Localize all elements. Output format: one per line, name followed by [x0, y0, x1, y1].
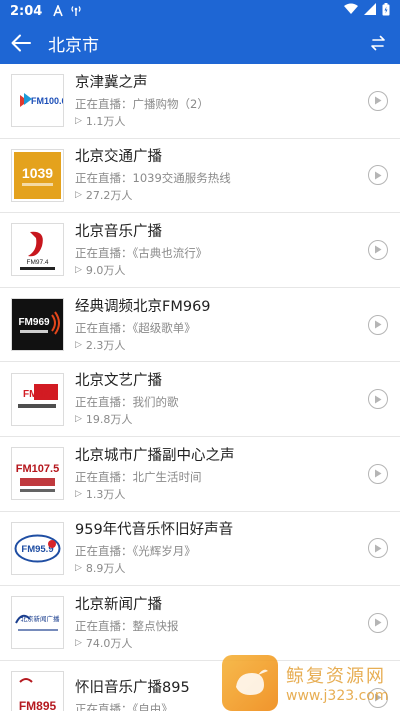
station-logo: FM95.9	[11, 521, 64, 575]
page-title: 北京市	[48, 35, 99, 56]
station-live: 正在直播：1039交通服务热线	[75, 171, 231, 186]
station-name: 经典调频北京FM969	[75, 298, 211, 315]
logo-label: FM895	[19, 699, 57, 711]
station-name: 北京交通广播	[75, 149, 162, 166]
listener-count: ▷ 1.1万人	[75, 114, 126, 128]
play-icon	[375, 618, 382, 627]
play-count-icon: ▷	[75, 190, 82, 201]
station-logo: FM969	[11, 298, 64, 352]
play-icon	[375, 171, 382, 180]
station-name: 北京新闻广播	[75, 596, 162, 613]
listener-count: ▷ 74.0万人	[75, 636, 133, 650]
play-button[interactable]	[368, 239, 388, 260]
station-live: 正在直播：整点快报	[75, 618, 179, 633]
logo-label: FM97.4	[26, 259, 48, 266]
play-icon	[375, 469, 382, 478]
station-row[interactable]: FM95.9 959年代音乐怀旧好声音 正在直播：《光辉岁月》 ▷ 8.9万人	[0, 512, 400, 587]
station-logo: FM895	[11, 671, 64, 711]
status-bar: 2:04	[0, 0, 400, 22]
listener-count: ▷ 19.8万人	[75, 413, 133, 427]
station-live: 正在直播：《光辉岁月》	[75, 544, 196, 559]
swap-icon	[371, 35, 385, 51]
battery-icon	[382, 2, 390, 20]
status-icons	[344, 2, 390, 20]
station-row[interactable]: FM100.6 京津冀之声 正在直播：广播购物（2） ▷ 1.1万人	[0, 64, 400, 139]
station-name: 北京音乐广播	[75, 223, 162, 240]
station-live: 正在直播：北广生活时间	[75, 469, 202, 484]
play-count-icon: ▷	[75, 339, 82, 350]
play-count-icon: ▷	[75, 264, 82, 275]
play-icon	[375, 96, 382, 105]
play-button[interactable]	[368, 165, 388, 186]
station-list: FM100.6 京津冀之声 正在直播：广播购物（2） ▷ 1.1万人 1039 北…	[0, 64, 400, 711]
station-row[interactable]: 1039 北京交通广播 正在直播：1039交通服务热线 ▷ 27.2万人	[0, 139, 400, 214]
logo-label: FM969	[18, 317, 50, 328]
app-bar: 北京市	[0, 22, 400, 64]
play-button[interactable]	[368, 612, 388, 633]
station-live: 正在直播：《自由》	[75, 702, 173, 711]
signal-icon	[364, 3, 376, 19]
switch-button[interactable]	[356, 22, 400, 64]
station-logo: 北京新闻广播	[11, 596, 64, 650]
logo-label: FM87.6	[23, 389, 57, 400]
watermark: 鲸复资源网 www.j323.com	[222, 654, 400, 711]
whale-logo-icon	[222, 654, 278, 711]
station-logo: FM107.5	[11, 447, 64, 501]
station-name: 怀旧音乐广播895	[75, 680, 190, 697]
notification-a-icon	[52, 5, 64, 17]
station-name: 北京文艺广播	[75, 373, 162, 390]
play-button[interactable]	[368, 90, 388, 111]
station-logo: 1039	[11, 148, 64, 202]
play-icon	[375, 320, 382, 329]
back-button[interactable]	[0, 22, 42, 64]
broadcast-icon	[70, 5, 82, 17]
listener-count: ▷ 1.3万人	[75, 487, 126, 501]
listener-count: ▷ 2.3万人	[75, 338, 126, 352]
play-count-icon: ▷	[75, 115, 82, 126]
watermark-url: www.j323.com	[286, 687, 389, 704]
play-button[interactable]	[368, 538, 388, 559]
station-row[interactable]: FM87.6 北京文艺广播 正在直播：我们的歌 ▷ 19.8万人	[0, 362, 400, 437]
listener-count: ▷ 8.9万人	[75, 562, 126, 576]
arrow-left-icon	[11, 34, 31, 52]
station-logo: FM100.6	[11, 74, 64, 128]
play-icon	[375, 544, 382, 553]
play-button[interactable]	[368, 389, 388, 410]
station-logo: FM87.6	[11, 372, 64, 426]
listener-count: ▷ 9.0万人	[75, 263, 126, 277]
wifi-icon	[344, 3, 358, 19]
station-row[interactable]: 北京新闻广播 北京新闻广播 正在直播：整点快报 ▷ 74.0万人	[0, 586, 400, 661]
station-live: 正在直播：我们的歌	[75, 395, 179, 410]
status-time: 2:04	[10, 3, 43, 19]
station-live: 正在直播：《古典也流行》	[75, 245, 208, 260]
logo-label: FM100.6	[31, 96, 63, 106]
play-button[interactable]	[368, 463, 388, 484]
listener-count: ▷ 27.2万人	[75, 189, 133, 203]
station-row[interactable]: FM97.4 北京音乐广播 正在直播：《古典也流行》 ▷ 9.0万人	[0, 213, 400, 288]
station-row[interactable]: FM107.5 北京城市广播副中心之声 正在直播：北广生活时间 ▷ 1.3万人	[0, 437, 400, 512]
station-logo: FM97.4	[11, 223, 64, 277]
station-live: 正在直播：广播购物（2）	[75, 96, 209, 111]
station-name: 959年代音乐怀旧好声音	[75, 522, 234, 539]
logo-label: 1039	[22, 165, 53, 181]
play-count-icon: ▷	[75, 414, 82, 425]
play-icon	[375, 395, 382, 404]
logo-label: 北京新闻广播	[21, 614, 61, 623]
watermark-title: 鲸复资源网	[286, 665, 386, 687]
logo-label: FM107.5	[16, 463, 59, 475]
play-count-icon: ▷	[75, 488, 82, 499]
play-icon	[375, 245, 382, 254]
station-name: 京津冀之声	[75, 74, 148, 91]
play-button[interactable]	[368, 314, 388, 335]
station-row[interactable]: FM969 经典调频北京FM969 正在直播：《超级歌单》 ▷ 2.3万人	[0, 288, 400, 363]
station-name: 北京城市广播副中心之声	[75, 447, 235, 464]
station-live: 正在直播：《超级歌单》	[75, 320, 196, 335]
play-count-icon: ▷	[75, 563, 82, 574]
play-count-icon: ▷	[75, 637, 82, 648]
